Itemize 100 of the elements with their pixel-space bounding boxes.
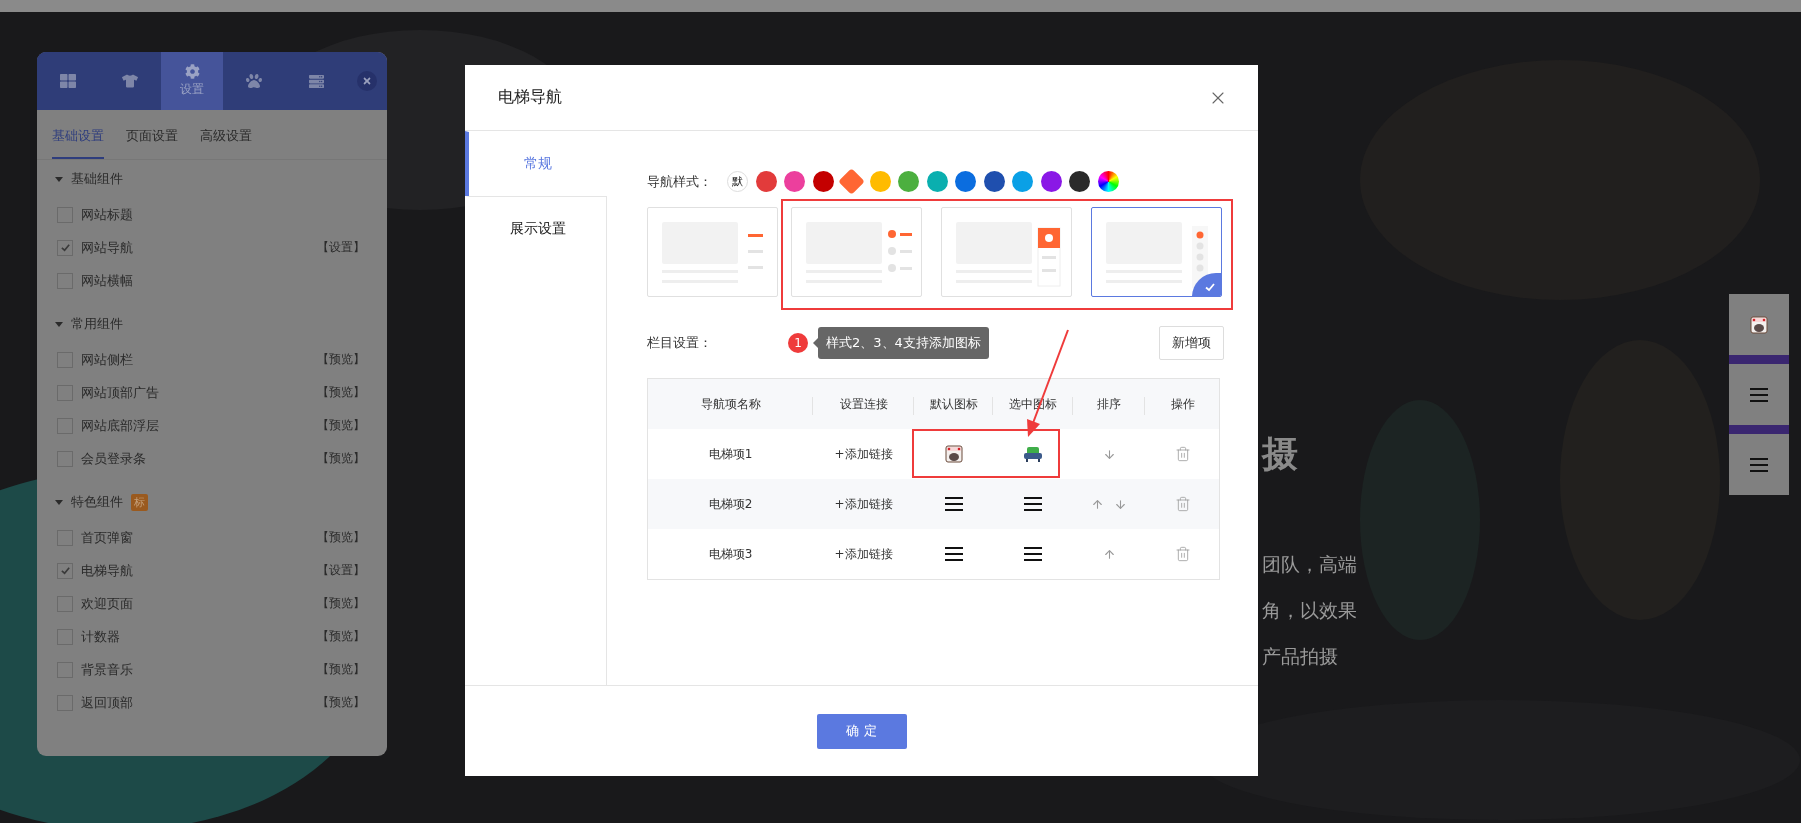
columns-label: 栏目设置：: [647, 334, 713, 352]
grid-icon: [60, 73, 76, 89]
move-up-icon[interactable]: [1102, 547, 1116, 561]
group-badge: 标: [131, 493, 148, 511]
style-label: 导航样式：: [647, 172, 713, 191]
move-up-icon[interactable]: [1091, 497, 1104, 511]
nav-separator: [1729, 355, 1789, 364]
color-swatch[interactable]: [926, 171, 948, 192]
component-action-link[interactable]: 【预览】: [317, 450, 365, 467]
group-title: 常用组件: [71, 315, 123, 333]
color-swatch[interactable]: [955, 171, 976, 192]
menu-icon: [1024, 497, 1042, 511]
color-swatch[interactable]: [812, 171, 834, 192]
column-header: 设置连接: [839, 395, 888, 413]
panel-tab[interactable]: 高级设置: [200, 110, 252, 159]
add-item-button[interactable]: 新增项: [1159, 326, 1224, 360]
menu-icon: [944, 497, 963, 511]
group-title: 基础组件: [71, 170, 123, 188]
close-button[interactable]: [357, 71, 377, 91]
color-swatch[interactable]: [1040, 171, 1062, 192]
move-down-icon[interactable]: [1114, 497, 1127, 511]
menu-icon: [1750, 457, 1768, 472]
color-swatch[interactable]: [983, 171, 1005, 192]
tooltip: 样式2、3、4支持添加图标: [818, 327, 989, 359]
color-swatch[interactable]: [755, 171, 777, 192]
component-action-link[interactable]: 【预览】: [317, 661, 365, 678]
component-label: 欢迎页面: [81, 594, 134, 613]
toolbar-button[interactable]: 设置: [161, 52, 223, 110]
color-swatch[interactable]: [1012, 171, 1033, 192]
component-label: 背景音乐: [81, 660, 134, 679]
panel-tab[interactable]: 基础设置: [52, 110, 104, 159]
component-action-link[interactable]: 【预览】: [317, 351, 365, 368]
panel-tab[interactable]: 页面设置: [126, 110, 178, 159]
default-swatch[interactable]: 默: [727, 171, 748, 192]
component-label: 网站标题: [81, 205, 134, 224]
component-action-link[interactable]: 【预览】: [317, 694, 365, 711]
component-label: 网站顶部广告: [81, 383, 160, 402]
add-link[interactable]: +添加链接: [834, 545, 893, 563]
nav-separator: [1729, 425, 1789, 434]
component-label: 网站横幅: [81, 271, 134, 290]
component-action-link[interactable]: 【预览】: [317, 529, 365, 546]
caret-icon[interactable]: [55, 321, 63, 327]
checkbox[interactable]: [57, 239, 73, 256]
delete-icon[interactable]: [1174, 496, 1191, 512]
component-label: 首页弹窗: [81, 528, 134, 547]
column-header: 操作: [1170, 395, 1195, 413]
component-action-link[interactable]: 【预览】: [317, 384, 365, 401]
color-swatch[interactable]: [1069, 171, 1090, 192]
group-title: 特色组件: [71, 493, 123, 511]
page-heading: 摄: [1262, 432, 1298, 476]
sticker-icon: [1750, 315, 1768, 334]
column-header: 导航项名称: [700, 395, 761, 413]
menu-icon: [1750, 387, 1768, 402]
component-label: 电梯导航: [81, 561, 134, 580]
component-action-link[interactable]: 【预览】: [317, 595, 365, 612]
color-swatch[interactable]: [898, 171, 919, 192]
component-label: 网站底部浮层: [81, 416, 160, 435]
caret-icon[interactable]: [55, 499, 63, 505]
menu-icon: [944, 547, 963, 561]
component-action-link[interactable]: 【设置】: [317, 562, 365, 579]
component-label: 会员登录条: [81, 449, 147, 468]
paw-icon: [246, 73, 262, 89]
table-cell: 电梯项2: [708, 495, 753, 513]
table-cell: 电梯项1: [708, 445, 753, 463]
page-text: 产品拍摄: [1262, 644, 1339, 668]
add-link[interactable]: +添加链接: [834, 445, 893, 463]
menu-icon: [1024, 547, 1042, 561]
component-action-link[interactable]: 【设置】: [317, 239, 365, 256]
component-label: 计数器: [81, 627, 121, 646]
settings-icon: [184, 64, 200, 79]
add-link[interactable]: +添加链接: [834, 495, 893, 513]
color-swatch[interactable]: [784, 171, 805, 192]
component-label: 网站导航: [81, 238, 134, 257]
side-tab[interactable]: 展示设置: [465, 196, 607, 261]
confirm-button[interactable]: 确 定: [816, 713, 907, 749]
column-header: 默认图标: [929, 395, 978, 413]
table-cell: 电梯项3: [708, 545, 753, 563]
check-icon: [59, 565, 71, 576]
color-swatch[interactable]: [869, 171, 891, 192]
modal-title: 电梯导航: [498, 87, 563, 108]
elevator-nav-item[interactable]: [1729, 434, 1789, 495]
component-label: 返回顶部: [81, 693, 134, 712]
stand-icon: [308, 73, 324, 89]
elevator-nav-item[interactable]: [1729, 364, 1789, 425]
caret-icon[interactable]: [55, 176, 63, 182]
component-action-link[interactable]: 【预览】: [317, 417, 365, 434]
checkbox[interactable]: [57, 562, 73, 579]
page-text: 团队，高端: [1262, 552, 1357, 576]
component-label: 网站侧栏: [81, 350, 134, 369]
step-number: 1: [788, 333, 808, 353]
shirt-icon: [122, 73, 138, 89]
custom-color-swatch[interactable]: [1097, 171, 1119, 192]
move-down-icon[interactable]: [1102, 447, 1116, 461]
armchair-icon: [1023, 445, 1043, 463]
delete-icon[interactable]: [1174, 446, 1191, 462]
page-text: 角，以效果: [1262, 598, 1357, 622]
component-action-link[interactable]: 【预览】: [317, 628, 365, 645]
elevator-nav-item[interactable]: [1729, 294, 1789, 355]
delete-icon[interactable]: [1174, 546, 1191, 562]
check-icon: [59, 242, 71, 253]
